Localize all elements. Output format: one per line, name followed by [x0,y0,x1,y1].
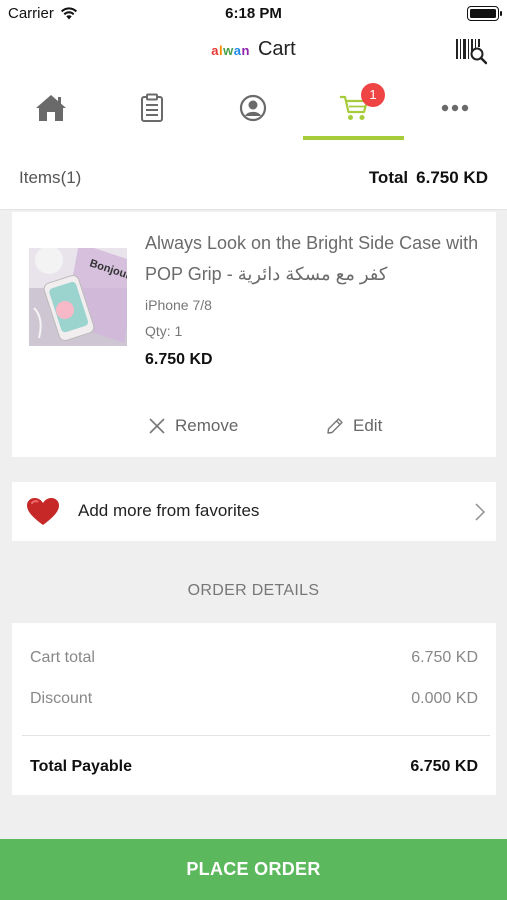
discount-value: 0.000 KD [411,690,478,707]
cart-badge: 1 [361,83,385,107]
chevron-right-icon [475,503,486,521]
pencil-icon [327,418,343,434]
cart-total: Total 6.750 KD [369,168,488,188]
total-payable-label: Total Payable [30,758,132,775]
page-title: Cart [257,38,296,60]
heart-icon [27,498,59,525]
remove-button[interactable]: Remove [148,414,238,438]
close-icon [149,418,165,434]
tab-bar: 1 [0,72,507,144]
items-label: Items [19,168,61,187]
items-count-value: (1) [60,168,82,187]
nav-bar: alwan Cart [0,28,507,72]
more-icon [441,104,468,112]
cart-item: Bonjour Always Look on the Bright Side C… [12,212,496,457]
favorites-label: Add more from favorites [78,501,260,520]
tab-cart[interactable]: 1 [303,72,404,144]
items-count: Items(1) [19,168,81,188]
alwan-logo: alwan [211,43,250,58]
tab-more[interactable] [404,72,505,144]
barcode-search-button[interactable] [455,36,488,66]
tab-home[interactable] [0,72,101,144]
barcode-search-icon [456,39,488,65]
product-name[interactable]: Always Look on the Bright Side Case with… [145,228,485,290]
cart-summary: Items(1) Total 6.750 KD [0,144,507,210]
total-label: Total [368,168,409,187]
total-payable-row: Total Payable 6.750 KD [30,758,478,776]
cart-total-label: Cart total [30,649,95,666]
total-payable-value: 6.750 KD [410,758,478,775]
product-price: 6.750 KD [145,351,213,368]
discount-label: Discount [30,690,93,707]
cart-total-value: 6.750 KD [411,649,478,666]
add-from-favorites[interactable]: Add more from favorites [12,482,496,541]
product-variant: iPhone 7/8 [145,297,212,313]
place-order-button[interactable]: PLACE ORDER [0,839,507,900]
remove-label: Remove [175,416,239,435]
tab-profile[interactable] [202,72,303,144]
profile-icon [239,94,266,122]
clipboard-icon [140,93,163,122]
divider [22,735,490,736]
edit-button[interactable]: Edit [326,414,382,438]
product-qty: Qty: 1 [145,323,183,339]
product-image[interactable]: Bonjour [29,248,127,346]
order-details: Cart total 6.750 KD Discount 0.000 KD To… [12,623,496,795]
home-icon [35,95,66,121]
status-time: 6:18 PM [225,5,282,22]
brand: alwan Cart [0,38,507,61]
edit-label: Edit [353,416,383,435]
tab-orders[interactable] [101,72,202,144]
order-details-heading: ORDER DETAILS [187,582,320,599]
cart-total-row: Cart total 6.750 KD [30,649,478,667]
total-value: 6.750 KD [416,168,488,187]
battery-icon [467,6,502,21]
discount-row: Discount 0.000 KD [30,690,478,708]
status-bar: Carrier 6:18 PM [0,0,507,28]
